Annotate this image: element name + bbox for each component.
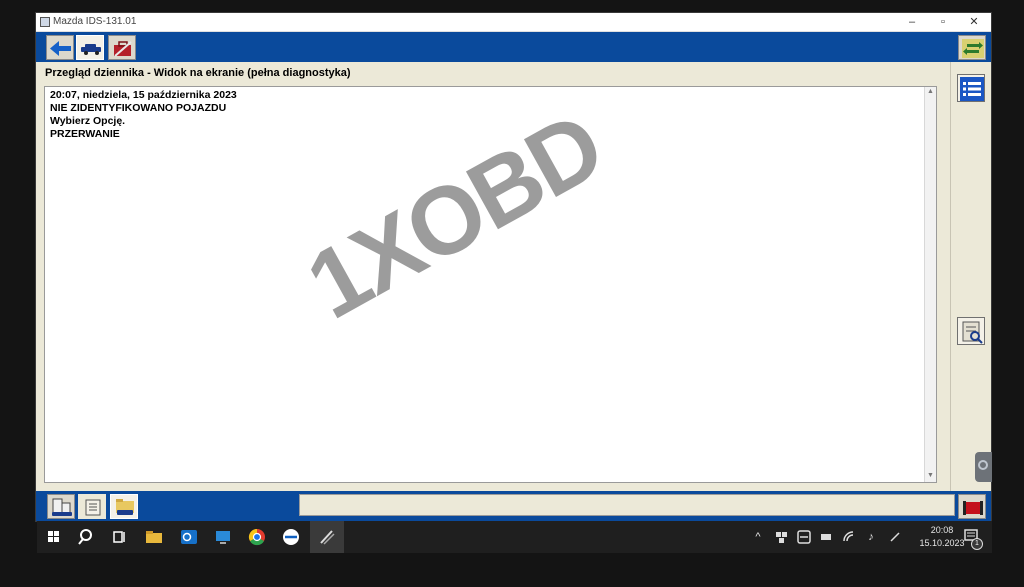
folder-vehicle-button[interactable] [110, 494, 138, 519]
log-line-vehicle-status: NIE ZIDENTYFIKOWANO POJAZDU [50, 102, 227, 114]
search-document-button[interactable] [957, 317, 985, 345]
scroll-button[interactable] [78, 494, 106, 519]
ids-window: Mazda IDS-131.01 – ▫ ✕ Przegląd dziennik… [36, 13, 991, 521]
vehicle-icon [81, 44, 101, 55]
pen-icon[interactable] [888, 530, 902, 544]
log-line-abort: PRZERWANIE [50, 128, 120, 140]
report-icon [52, 498, 72, 516]
status-field [299, 494, 955, 516]
log-scrollbar[interactable]: ▲ ▼ [924, 87, 936, 482]
report-button[interactable] [47, 494, 75, 519]
list-icon [960, 77, 984, 101]
volume-icon[interactable]: ♪ [864, 530, 878, 544]
right-toolbar [950, 62, 991, 493]
clock-time[interactable]: 20:08 [917, 525, 967, 535]
close-button[interactable]: ✕ [958, 13, 990, 31]
scroll-up-icon[interactable]: ▲ [927, 88, 934, 95]
top-toolbar [36, 32, 991, 62]
file-explorer-icon[interactable] [143, 526, 165, 548]
page-title: Przegląd dziennika - Widok na ekranie (p… [45, 67, 351, 79]
app-icon [40, 17, 50, 27]
task-view-icon[interactable] [109, 526, 131, 548]
vehicle-tab-button[interactable] [76, 35, 104, 60]
log-line-prompt: Wybierz Opcję. [50, 115, 126, 127]
windows-start-icon[interactable] [43, 526, 65, 548]
list-button[interactable] [957, 74, 985, 102]
chrome-icon[interactable] [246, 526, 268, 548]
teamviewer-tray-icon[interactable] [797, 530, 811, 544]
maximize-button[interactable]: ▫ [927, 13, 959, 31]
search-icon[interactable] [76, 526, 98, 548]
bottom-button-group [44, 491, 297, 521]
bottom-toolbar [36, 491, 991, 521]
exit-icon [963, 501, 983, 515]
toolbox-button[interactable] [108, 35, 136, 60]
notification-badge: 1 [971, 538, 983, 550]
log-line-datetime: 20:07, niedziela, 15 października 2023 [50, 89, 237, 101]
network-icon[interactable] [842, 530, 856, 544]
title-bar: Mazda IDS-131.01 – ▫ ✕ [36, 13, 991, 32]
folder-vehicle-icon [116, 499, 134, 515]
back-button[interactable] [46, 35, 74, 60]
toolbox-icon [114, 41, 132, 57]
remote-desktop-icon[interactable] [212, 526, 234, 548]
minimize-button[interactable]: – [896, 13, 928, 31]
outlook-icon[interactable] [178, 526, 200, 548]
handle-icon [978, 460, 988, 470]
exit-button[interactable] [958, 494, 986, 519]
ids-app-icon[interactable] [316, 526, 338, 548]
window-title: Mazda IDS-131.01 [53, 16, 137, 27]
back-arrow-icon [50, 41, 71, 56]
side-handle[interactable] [975, 452, 992, 482]
swap-arrows-icon [962, 39, 984, 58]
teamviewer-icon[interactable] [280, 526, 302, 548]
usb-device-icon[interactable] [819, 530, 833, 544]
swap-button[interactable] [958, 35, 986, 60]
scroll-down-icon[interactable]: ▼ [927, 472, 934, 479]
search-document-icon [962, 321, 983, 344]
windows-taskbar: ^ ♪ 20:08 15.10.2023 1 [37, 521, 992, 553]
scroll-icon [85, 499, 101, 516]
dropbox-icon[interactable] [774, 530, 788, 544]
show-hidden-icons-icon[interactable]: ^ [751, 530, 765, 544]
